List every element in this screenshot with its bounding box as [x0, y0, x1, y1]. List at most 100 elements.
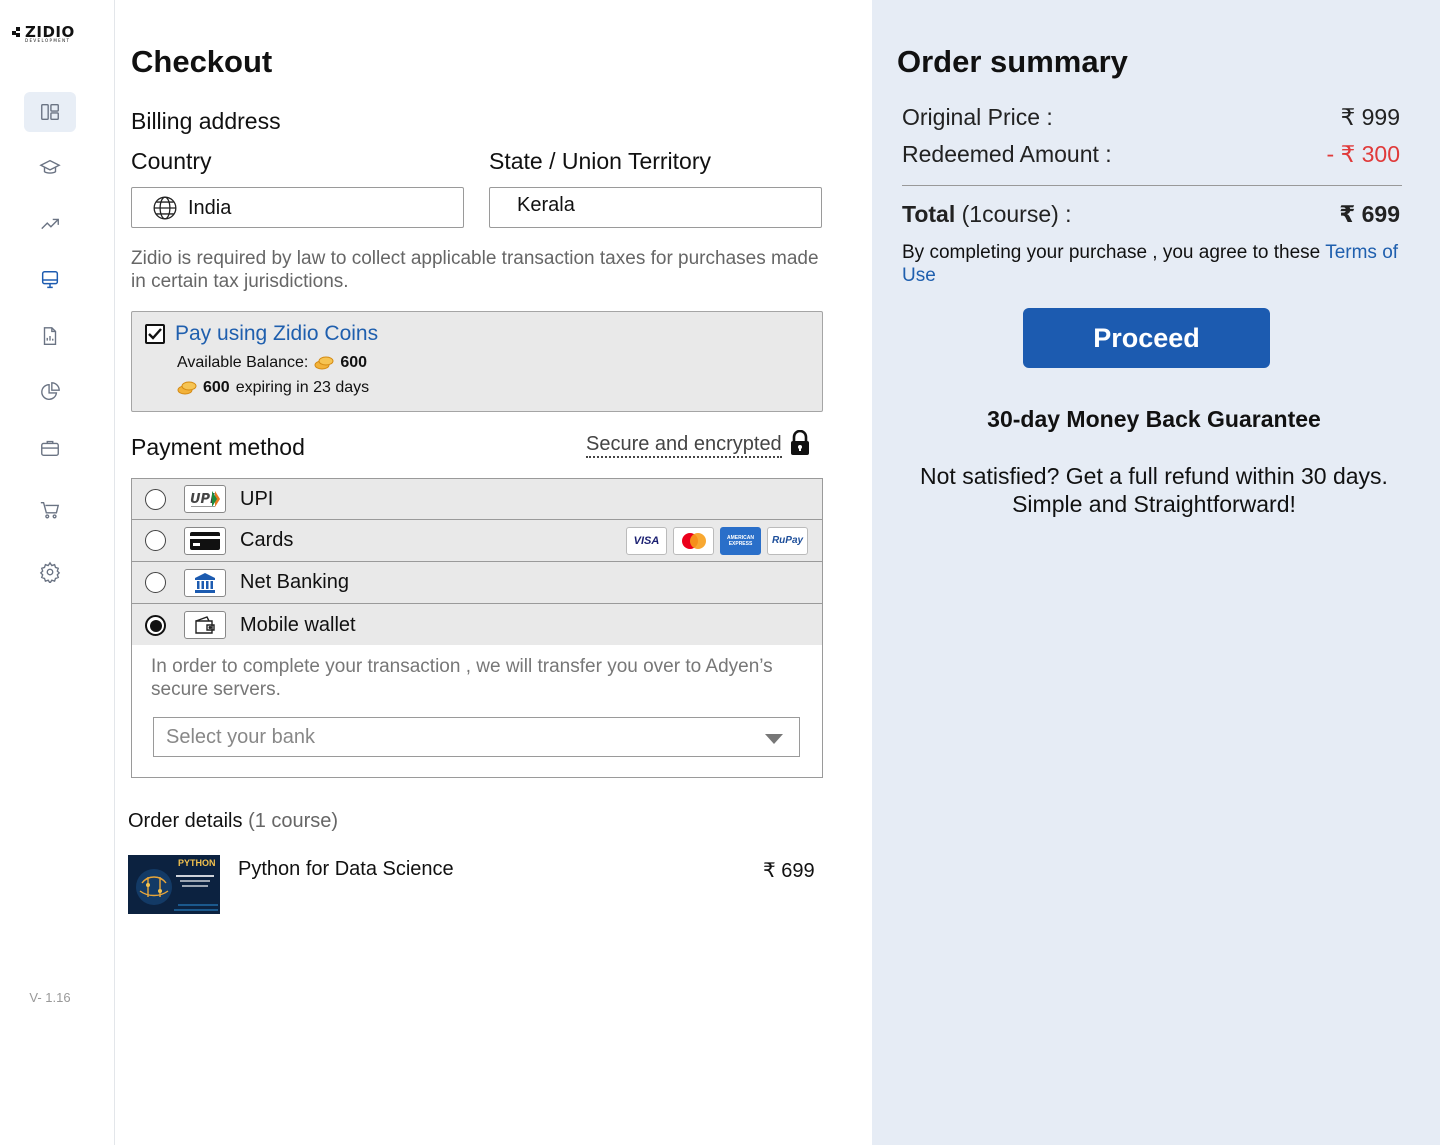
briefcase-icon	[41, 440, 59, 457]
dashboard-icon	[41, 103, 59, 121]
sidebar-item-reports[interactable]	[24, 316, 76, 356]
course-title[interactable]: Python for Data Science	[238, 858, 454, 881]
country-value: India	[188, 197, 232, 219]
logo-mark-icon	[12, 27, 22, 37]
checkout-panel: Checkout Billing address Country State /…	[115, 0, 872, 1145]
money-back-line-1: Not satisfied? Get a full refund within …	[920, 463, 1388, 489]
available-balance-label: Available Balance:	[177, 354, 309, 371]
graduation-cap-icon	[39, 159, 61, 174]
sidebar-item-progress[interactable]	[24, 204, 76, 244]
payment-option-upi[interactable]: UPI UPI	[131, 478, 823, 520]
checkmark-icon	[148, 328, 162, 340]
trending-up-icon	[41, 218, 59, 230]
money-back-line-2: Simple and Straightforward!	[1012, 491, 1296, 517]
card-brand-logos: VISA AMERICAN EXPRESS RuPay	[626, 526, 808, 555]
upi-label: UPI	[240, 487, 274, 510]
zidio-logo[interactable]: ZIDIO DEVELOPMENT	[12, 23, 92, 44]
proceed-button[interactable]: Proceed	[1023, 308, 1270, 368]
payment-option-wallet[interactable]: Mobile wallet	[131, 604, 823, 647]
logo-tagline: DEVELOPMENT	[25, 38, 71, 43]
chevron-down-icon	[765, 734, 783, 744]
credit-card-icon	[184, 526, 226, 555]
course-thumbnail[interactable]: PYTHON	[128, 855, 220, 914]
payment-option-cards[interactable]: Cards VISA AMERICAN EXPRESS RuPay	[131, 520, 823, 562]
sidebar-item-jobs[interactable]	[24, 428, 76, 468]
redeemed-amount-label: Redeemed Amount :	[902, 141, 1112, 167]
cards-radio[interactable]	[145, 530, 166, 551]
course-thumb-title: PYTHON	[178, 858, 216, 868]
total-row: Total (1course) : ₹ 699	[902, 201, 1400, 228]
upi-radio[interactable]	[145, 488, 166, 510]
netbanking-label: Net Banking	[240, 571, 349, 593]
course-price: ₹ 699	[763, 860, 815, 882]
state-value: Kerala	[517, 194, 575, 216]
state-select[interactable]: Kerala	[489, 187, 822, 228]
order-details-count: (1 course)	[248, 810, 339, 832]
monitor-icon	[41, 271, 59, 289]
expiring-coins: 600 expiring in 23 days	[177, 379, 369, 397]
globe-icon	[153, 196, 177, 220]
payment-option-netbanking[interactable]: Net Banking	[131, 562, 823, 604]
expiring-coins-value: 600	[203, 379, 230, 396]
wallet-icon	[184, 611, 226, 639]
original-price-row: Original Price : ₹ 999	[902, 104, 1400, 131]
wallet-label: Mobile wallet	[240, 613, 356, 636]
order-summary-title: Order summary	[897, 44, 1128, 79]
total-value: ₹ 699	[1339, 201, 1400, 227]
bank-select[interactable]: Select your bank	[153, 717, 800, 757]
country-label: Country	[131, 148, 212, 174]
sidebar-item-dashboard[interactable]	[24, 92, 76, 132]
wallet-redirect-note: In order to complete your transaction , …	[151, 656, 773, 700]
cards-label: Cards	[240, 529, 294, 551]
payment-method-title: Payment method	[131, 434, 305, 460]
upi-icon: UPI	[184, 485, 226, 513]
sidebar-item-analytics[interactable]	[24, 372, 76, 412]
payment-method-list: UPI UPI Cards VISA AMERICAN EXPRESS RuPa…	[131, 478, 823, 647]
report-file-icon	[43, 327, 57, 345]
redeemed-amount-row: Redeemed Amount : - ₹ 300	[902, 141, 1400, 168]
coins-icon	[177, 381, 197, 395]
rupay-logo: RuPay	[767, 526, 808, 555]
state-label: State / Union Territory	[489, 148, 712, 174]
svg-text:UPI: UPI	[190, 492, 215, 507]
money-back-title: 30-day Money Back Guarantee	[987, 406, 1321, 432]
visa-logo: VISA	[626, 526, 667, 555]
money-back-text: Not satisfied? Get a full refund within …	[872, 462, 1436, 518]
sidebar-item-learning[interactable]	[24, 260, 76, 300]
bank-select-placeholder: Select your bank	[166, 726, 315, 748]
summary-divider	[902, 185, 1402, 186]
sidebar-item-settings[interactable]	[24, 552, 76, 592]
app-version: V- 1.16	[29, 990, 71, 1005]
secure-encrypted-link[interactable]: Secure and encrypted	[586, 432, 782, 458]
wallet-radio[interactable]	[145, 614, 166, 636]
order-details-label: Order details	[128, 810, 243, 832]
pie-chart-icon	[41, 382, 60, 400]
available-balance: Available Balance: 600	[177, 354, 367, 372]
sidebar-item-courses[interactable]	[24, 148, 76, 188]
wallet-details-panel: In order to complete your transaction , …	[131, 645, 823, 778]
bank-icon	[184, 568, 226, 597]
terms-agreement-text: By completing your purchase , you agree …	[902, 242, 1326, 263]
pay-with-coins-checkbox[interactable]	[145, 324, 165, 344]
original-price-label: Original Price :	[902, 104, 1053, 130]
cart-icon	[40, 501, 60, 519]
pay-with-coins-label[interactable]: Pay using Zidio Coins	[175, 322, 378, 346]
sidebar: ZIDIO DEVELOPMENT V- 1.16	[0, 0, 115, 1145]
total-label: Total	[902, 201, 956, 227]
country-select[interactable]: India	[131, 187, 464, 228]
mastercard-logo	[673, 526, 714, 555]
amex-logo: AMERICAN EXPRESS	[720, 526, 761, 555]
total-count: (1course) :	[961, 201, 1072, 227]
order-details-title: Order details (1 course)	[128, 810, 338, 833]
order-summary-panel: Order summary Original Price : ₹ 999 Red…	[872, 0, 1440, 1145]
available-balance-value: 600	[340, 354, 368, 371]
netbanking-radio[interactable]	[145, 572, 166, 593]
coins-icon	[314, 356, 334, 370]
redeemed-amount-value: - ₹ 300	[1326, 141, 1400, 167]
terms-agreement: By completing your purchase , you agree …	[902, 241, 1402, 287]
original-price-value: ₹ 999	[1340, 104, 1400, 130]
lock-icon	[791, 430, 809, 455]
sidebar-item-cart[interactable]	[24, 490, 76, 530]
billing-address-title: Billing address	[131, 108, 281, 134]
expiring-coins-label: expiring in 23 days	[235, 379, 370, 396]
